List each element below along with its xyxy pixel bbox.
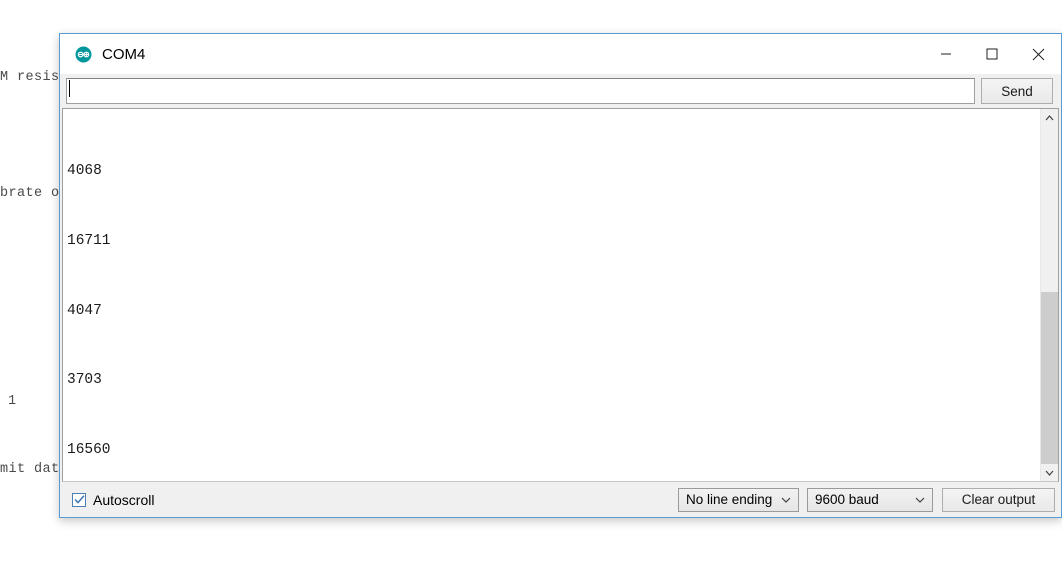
chevron-up-icon (1045, 114, 1054, 120)
background-code-line: mit data (0, 462, 69, 477)
output-line: 16711 (67, 233, 111, 249)
clear-output-button[interactable]: Clear output (942, 487, 1055, 512)
background-code-line: M resist (0, 70, 69, 85)
line-ending-select[interactable]: No line ending (678, 487, 799, 512)
send-row: Send (60, 74, 1061, 108)
bottom-toolbar: Autoscroll No line ending 9600 baud Clea… (60, 482, 1061, 517)
output-line: 4047 (67, 302, 102, 319)
output-scrollbar[interactable] (1040, 109, 1058, 481)
checkmark-icon (73, 495, 85, 504)
serial-monitor-window: COM4 Send 4068 16711 4047 3703 16560 Aut… (59, 33, 1062, 518)
autoscroll-checkbox[interactable]: Autoscroll (72, 492, 154, 508)
serial-output-area: 4068 16711 4047 3703 16560 3271 4173 173… (62, 108, 1059, 482)
chevron-down-icon (912, 497, 928, 503)
text-caret (69, 80, 70, 97)
minimize-button[interactable] (923, 35, 969, 74)
baud-rate-select[interactable]: 9600 baud (807, 487, 933, 512)
close-button[interactable] (1015, 35, 1061, 74)
output-line: 4068 (67, 163, 102, 180)
minimize-icon (941, 53, 951, 55)
chevron-down-icon (1045, 470, 1054, 476)
close-icon (1032, 48, 1044, 60)
chevron-down-icon (778, 497, 794, 503)
scrollbar-thumb[interactable] (1041, 291, 1058, 464)
autoscroll-checkbox-box (72, 492, 86, 507)
window-titlebar: COM4 (60, 34, 1061, 74)
maximize-icon (986, 48, 998, 60)
scroll-down-button[interactable] (1041, 464, 1058, 481)
serial-output-text[interactable]: 4068 16711 4047 3703 16560 3271 4173 173… (63, 109, 1040, 481)
autoscroll-label: Autoscroll (93, 491, 155, 508)
output-line: 3703 (67, 372, 102, 389)
maximize-button[interactable] (969, 35, 1015, 74)
background-code-line: 1 (8, 394, 17, 409)
background-code-line: brate or (0, 186, 69, 201)
window-title: COM4 (102, 45, 146, 63)
output-line: 16560 (67, 441, 111, 458)
command-input[interactable] (66, 78, 975, 104)
scrollbar-track[interactable] (1041, 126, 1058, 464)
arduino-logo-icon (75, 46, 92, 62)
line-ending-value: No line ending (686, 492, 773, 507)
send-button[interactable]: Send (981, 78, 1053, 104)
scroll-up-button[interactable] (1041, 109, 1058, 126)
baud-rate-value: 9600 baud (815, 492, 879, 507)
